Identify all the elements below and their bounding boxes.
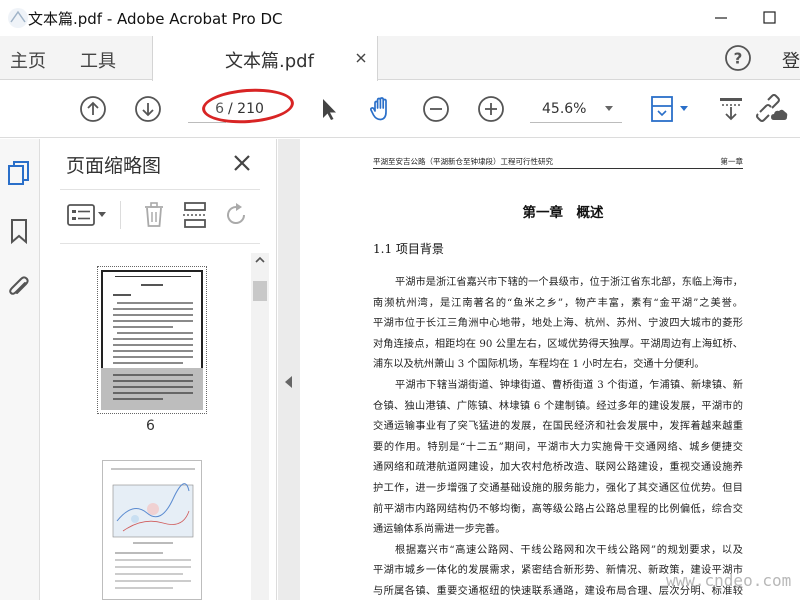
body-text-line: 浦东以及杭州萧山 3 个国际机场，车程均在 1 小时左右，交通十分便利。	[373, 359, 705, 371]
thumbnail-page-content	[111, 468, 195, 589]
insert-page-icon[interactable]	[181, 201, 209, 229]
minimize-icon[interactable]	[706, 6, 736, 30]
panel-collapse-strip[interactable]	[278, 139, 300, 600]
running-header-left: 平湖至安吉公路（平湖新仓至钟埭段）工程可行性研究	[373, 157, 553, 166]
page-thumbnails-icon[interactable]	[6, 159, 32, 187]
svg-text:?: ?	[734, 50, 743, 68]
bookmark-icon[interactable]	[6, 217, 32, 245]
body-text-line: 交通运输事业有了突飞猛进的发展，在国民经济和社会发展中，发挥着越来越重	[373, 421, 743, 433]
window-title: 文本篇.pdf - Adobe Acrobat Pro DC	[28, 10, 283, 28]
zoom-level-dropdown[interactable]: 45.6%	[530, 95, 622, 123]
help-icon[interactable]: ?	[724, 44, 752, 72]
tab-home[interactable]: 主页	[10, 47, 46, 73]
acrobat-window: 文本篇.pdf - Adobe Acrobat Pro DC 主页 工具 文本篇…	[0, 0, 800, 600]
body-text-line: 前平湖市内路网结构仍不够均衡，高等级公路占公路总里程的比例偏低，综合交	[373, 503, 743, 515]
thumbnail-page-label: 6	[146, 418, 155, 434]
attachment-icon[interactable]	[6, 273, 32, 301]
body-text-line: 通运输体系尚需进一步完善。	[373, 524, 506, 536]
collapse-panel-icon[interactable]	[284, 375, 294, 389]
panel-title: 页面缩略图	[66, 155, 162, 177]
chevron-up-icon[interactable]	[254, 255, 266, 265]
next-page-icon[interactable]	[133, 94, 163, 124]
hand-tool-icon[interactable]	[366, 94, 396, 124]
body-text-line: 根据嘉兴市“高速公路网、干线公路网和次干线公路网”的规划要求，以及	[395, 544, 743, 556]
section-title: 1.1 项目背景	[373, 242, 444, 256]
scroll-mode-icon[interactable]	[716, 94, 746, 124]
options-menu-icon[interactable]	[66, 201, 110, 229]
thumbnail-scrollbar[interactable]	[251, 253, 269, 600]
document-tab-title: 文本篇.pdf	[225, 51, 314, 72]
select-arrow-icon[interactable]	[314, 94, 344, 124]
body-text-line: 通网络和疏港航道网建设，加大农村危桥改造、联网公路建设，重视交通设施养	[373, 462, 743, 474]
body-text-line: 对角连接点，相距均在 90 公里左右，区域优势得天独厚。平湖周边有上海虹桥、	[373, 338, 743, 350]
scrollbar-thumb[interactable]	[253, 281, 267, 301]
body-text-line: 仓镇、独山港镇、广陈镇、林埭镇 6 个建制镇。经过多年的建设发展，平湖市的	[373, 400, 743, 412]
left-navigation-rail	[0, 139, 40, 600]
maximize-icon[interactable]	[754, 6, 784, 30]
document-view[interactable]: 平湖至安吉公路（平湖新仓至钟埭段）工程可行性研究 第一章 第一章 概述 1.1 …	[300, 139, 800, 600]
running-header-right: 第一章	[720, 157, 744, 166]
rotate-icon[interactable]	[222, 201, 250, 229]
body-text-line: 南濒杭州湾，是江南著名的“鱼米之乡”，物产丰富，素有“金平湖”之美誉。	[373, 297, 743, 309]
zoom-value: 45.6%	[542, 101, 587, 117]
divider	[60, 243, 260, 244]
app-logo-icon	[8, 8, 28, 28]
tab-tools[interactable]: 工具	[80, 47, 116, 73]
body-text-line: 平湖市下辖当湖街道、钟埭街道、曹桥街道 3 个街道，乍浦镇、新埭镇、新	[395, 380, 743, 391]
close-icon[interactable]	[232, 153, 252, 173]
chevron-down-icon	[605, 106, 613, 111]
body-text-line: 平湖市位于长江三角洲中心地带，地处上海、杭州、苏州、宁波四大城市的菱形	[373, 318, 743, 330]
title-bar: 文本篇.pdf - Adobe Acrobat Pro DC	[0, 0, 800, 36]
red-annotation-ellipse	[200, 85, 296, 127]
tab-document[interactable]: 文本篇.pdf	[152, 36, 378, 81]
zoom-in-icon[interactable]	[476, 94, 506, 124]
body-text-line: 护工作，进一步增强了交通基础设施的服务能力，强化了其交通区位优势。但目	[373, 483, 743, 494]
sign-in-link[interactable]: 登	[782, 47, 800, 73]
fit-page-icon[interactable]	[648, 94, 692, 124]
tab-bar: 主页 工具	[0, 36, 800, 80]
thumbnail-page-6[interactable]	[97, 266, 207, 414]
body-text-line: 要的作用。特别是“十二五”期间，平湖市大力实施骨干交通网络、城乡便捷交	[373, 441, 743, 453]
previous-page-icon[interactable]	[78, 94, 108, 124]
delete-icon[interactable]	[140, 201, 168, 229]
toolbar: / 210 45.6%	[0, 81, 800, 138]
chapter-title: 第一章 概述	[522, 205, 604, 221]
zoom-out-icon[interactable]	[421, 94, 451, 124]
running-header: 平湖至安吉公路（平湖新仓至钟埭段）工程可行性研究 第一章	[373, 156, 743, 169]
close-icon[interactable]	[353, 50, 369, 66]
page-thumbnails-panel: 页面缩略图 6	[40, 139, 277, 600]
thumbnail-page-7[interactable]	[102, 460, 202, 600]
divider	[60, 189, 260, 190]
share-link-icon[interactable]	[754, 94, 790, 124]
divider	[120, 201, 121, 229]
body-text-line: 平湖市是浙江省嘉兴市下辖的一个县级市，位于浙江省东北部，东临上海市，	[395, 277, 743, 288]
watermark: www.cndeo.com	[666, 571, 792, 590]
